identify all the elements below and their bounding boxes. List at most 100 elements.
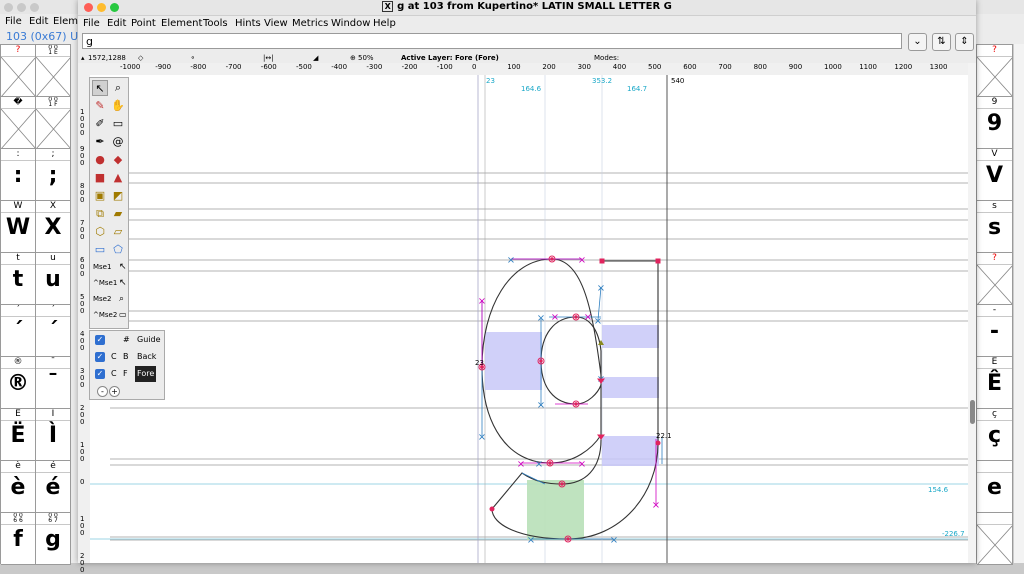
spiro-tool-icon[interactable]: @ bbox=[110, 134, 126, 150]
tangent-point-tool-icon[interactable]: ▲ bbox=[110, 170, 126, 186]
ruler-tick-label: 0 bbox=[472, 63, 477, 71]
vertical-ruler-label: 3 0 0 bbox=[80, 367, 85, 389]
flip-tool-icon[interactable]: ⧉ bbox=[92, 206, 108, 222]
glyph-name-field[interactable]: g bbox=[82, 33, 902, 49]
menu-file[interactable]: File bbox=[83, 18, 100, 29]
polygon-tool-icon[interactable]: ⬠ bbox=[110, 242, 126, 258]
empty-glyph-cross-icon bbox=[36, 57, 70, 96]
glyph-cell-a4[interactable]: tt bbox=[1, 253, 36, 305]
hv-curve-point-tool-icon[interactable]: ◆ bbox=[110, 152, 126, 168]
glyph-cell-a1[interactable]: � bbox=[1, 97, 36, 149]
glyph-cell-label: 0 0 6 7 bbox=[36, 513, 70, 525]
ruler-tick-label: -600 bbox=[260, 63, 277, 71]
glyph-outline-drawing[interactable]: ×× ×× ×× ×× ×× ×× ×× × × × bbox=[90, 75, 968, 563]
glyph-cell-b6[interactable]: ¯ ¯ bbox=[36, 357, 71, 409]
knife-tool-icon[interactable]: ✐ bbox=[92, 116, 108, 132]
next-glyph-button[interactable]: ⇕ bbox=[955, 33, 974, 51]
rotate-tool-icon[interactable]: ◩ bbox=[110, 188, 126, 204]
menu-edit[interactable]: Edit bbox=[107, 18, 126, 29]
curve-point-tool-icon[interactable]: ● bbox=[92, 152, 108, 168]
ruler-tool-icon[interactable]: ▭ bbox=[110, 116, 126, 132]
glyph-cell-a3[interactable]: WW bbox=[1, 201, 36, 253]
glyph-cell-a7[interactable]: ËË bbox=[1, 409, 36, 461]
menu-point[interactable]: Point bbox=[131, 18, 156, 29]
rectangle-tool-icon[interactable]: ▭ bbox=[92, 242, 108, 258]
previous-glyph-button[interactable]: ⇅ bbox=[932, 33, 951, 51]
glyph-cell-b0[interactable]: 0 0 1 E bbox=[36, 45, 71, 97]
close-window-icon[interactable] bbox=[4, 3, 13, 12]
skew-tool-icon[interactable]: ▰ bbox=[110, 206, 126, 222]
svg-text:×: × bbox=[507, 255, 515, 266]
glyph-cell-r9[interactable] bbox=[977, 513, 1013, 565]
glyph-cell-a2[interactable]: :: bbox=[1, 149, 36, 201]
perspective-tool-icon[interactable]: ▱ bbox=[110, 224, 126, 240]
glyph-cell-r8[interactable]: e bbox=[977, 461, 1013, 513]
menu-window[interactable]: Window bbox=[331, 18, 370, 29]
glyph-cell-r5[interactable]: -- bbox=[977, 305, 1013, 357]
glyph-cell-r7[interactable]: çç bbox=[977, 409, 1013, 461]
canvas-vertical-scrollbar[interactable] bbox=[968, 63, 976, 563]
glyph-cell-label: � bbox=[1, 97, 35, 109]
glyph-cell-b2[interactable]: ;; bbox=[36, 149, 71, 201]
minimize-window-icon[interactable] bbox=[17, 3, 26, 12]
glyph-cell-b4[interactable]: uu bbox=[36, 253, 71, 305]
menu-metrics[interactable]: Metrics bbox=[292, 18, 328, 29]
glyph-cell-r4[interactable]: ? bbox=[977, 253, 1013, 305]
3d-rotate-tool-icon[interactable]: ⬡ bbox=[92, 224, 108, 240]
corner-point-tool-icon[interactable]: ■ bbox=[92, 170, 108, 186]
glyph-cell-r3[interactable]: ss bbox=[977, 201, 1013, 253]
pointer-tool-icon[interactable]: ↖ bbox=[92, 80, 108, 96]
x11-icon: X bbox=[382, 1, 394, 12]
layer-row-fore[interactable]: ✓ C F Fore bbox=[90, 366, 164, 382]
vertical-hint-zone bbox=[602, 325, 659, 348]
glyph-cell-a6[interactable]: ® ® bbox=[1, 357, 36, 409]
glyph-cell-a0[interactable]: ? bbox=[1, 45, 36, 97]
glyph-cell-r6[interactable]: ÊÊ bbox=[977, 357, 1013, 409]
glyph-cell-preview: u bbox=[45, 267, 61, 292]
glyph-cell-b3[interactable]: XX bbox=[36, 201, 71, 253]
remove-layer-button[interactable]: - bbox=[97, 386, 108, 397]
layer-row-back[interactable]: ✓ C B Back bbox=[90, 349, 164, 365]
grid-scrollbar[interactable] bbox=[1013, 44, 1024, 563]
layer-visible-checkbox[interactable]: ✓ bbox=[95, 352, 105, 362]
freehand-tool-icon[interactable]: ✎ bbox=[92, 98, 108, 114]
glyph-cell-r2[interactable]: VV bbox=[977, 149, 1013, 201]
glyph-cell-label: ? bbox=[977, 45, 1012, 57]
glyph-cell-b9[interactable]: 0 0 6 7 g bbox=[36, 513, 71, 565]
glyph-dropdown-button[interactable]: ⌄ bbox=[908, 33, 927, 51]
mouse1-label: Mse1 bbox=[93, 263, 112, 271]
glyph-cell-preview: f bbox=[13, 527, 23, 552]
menu-element[interactable]: Element bbox=[161, 18, 202, 29]
cursor-coordinates: 1572,1288 bbox=[88, 54, 126, 62]
glyph-cell-a8[interactable]: èè bbox=[1, 461, 36, 513]
scroll-hand-tool-icon[interactable]: ✋ bbox=[110, 98, 126, 114]
glyph-cell-a9[interactable]: 0 0 6 6 f bbox=[1, 513, 36, 565]
vertical-ruler-label: 0 bbox=[80, 478, 85, 486]
scale-tool-icon[interactable]: ▣ bbox=[92, 188, 108, 204]
glyph-canvas[interactable]: ×× ×× ×× ×× ×× ×× ×× × × × bbox=[90, 75, 968, 563]
menu-edit[interactable]: Edit bbox=[29, 16, 48, 27]
menu-help[interactable]: Help bbox=[373, 18, 396, 29]
glyph-cell-b8[interactable]: éé bbox=[36, 461, 71, 513]
layer-visible-checkbox[interactable]: ✓ bbox=[95, 369, 105, 379]
glyph-cell-b1[interactable]: 0 0 1 F bbox=[36, 97, 71, 149]
menu-file[interactable]: File bbox=[5, 16, 22, 27]
scrollbar-thumb[interactable] bbox=[970, 400, 975, 424]
ctrl-mouse2-ruler-icon: ▭ bbox=[119, 310, 127, 319]
add-layer-button[interactable]: + bbox=[109, 386, 120, 397]
menu-hints[interactable]: Hints bbox=[235, 18, 261, 29]
pen-tool-icon[interactable]: ✒ bbox=[92, 134, 108, 150]
glyph-cell-r0[interactable]: ? bbox=[977, 45, 1013, 97]
glyph-cell-r1[interactable]: 99 bbox=[977, 97, 1013, 149]
menu-view[interactable]: View bbox=[264, 18, 288, 29]
glyph-cell-b5[interactable]: ˊ ´ bbox=[36, 305, 71, 357]
zoom-window-icon[interactable] bbox=[30, 3, 39, 12]
empty-glyph-cross-icon bbox=[1, 57, 35, 96]
layer-visible-checkbox[interactable]: ✓ bbox=[95, 335, 105, 345]
magnify-tool-icon[interactable]: ⌕ bbox=[110, 80, 126, 96]
menu-tools[interactable]: Tools bbox=[203, 18, 228, 29]
layer-row-guide[interactable]: ✓ # Guide bbox=[90, 332, 164, 348]
vertical-ruler-label: 2 0 0 bbox=[80, 404, 85, 426]
glyph-cell-b7[interactable]: ÌÌ bbox=[36, 409, 71, 461]
glyph-cell-a5[interactable]: ˊ ´ bbox=[1, 305, 36, 357]
